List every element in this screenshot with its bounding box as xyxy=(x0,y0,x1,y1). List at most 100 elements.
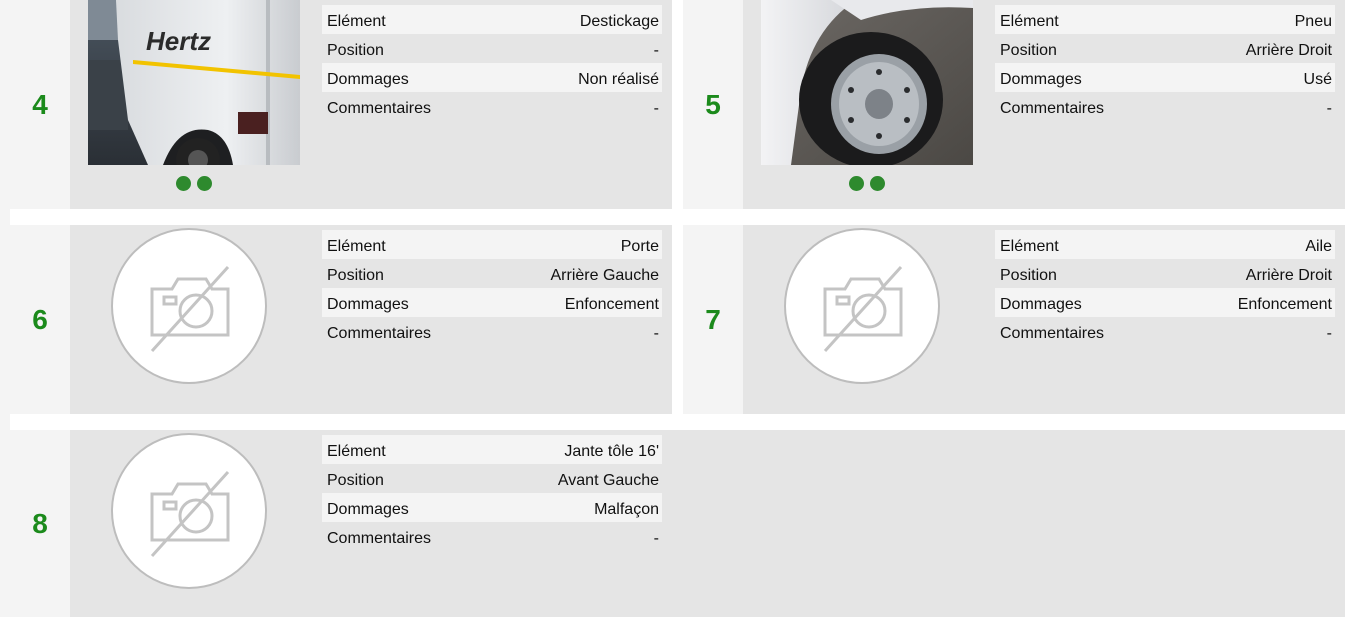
no-photo-placeholder xyxy=(783,227,941,385)
damage-number: 7 xyxy=(705,303,721,335)
label-element: Elément xyxy=(327,443,386,460)
detail-row-commentaires: Commentaires - xyxy=(322,92,662,121)
label-dommages: Dommages xyxy=(327,296,409,313)
detail-row-position: Position Avant Gauche xyxy=(322,464,662,493)
value-position: Arrière Droit xyxy=(1245,42,1332,59)
detail-row-position: Position - xyxy=(322,34,662,63)
detail-row-position: Position Arrière Gauche xyxy=(322,259,662,288)
damage-details: Elément Porte Position Arrière Gauche Do… xyxy=(322,230,662,346)
label-position: Position xyxy=(1000,42,1057,59)
detail-row-commentaires: Commentaires - xyxy=(322,317,662,346)
value-dommages: Usé xyxy=(1303,71,1332,88)
damage-card-4: 4 Hertz Elément Destickage Position - Do… xyxy=(10,0,672,209)
value-element: Aile xyxy=(1305,238,1332,255)
detail-row-commentaires: Commentaires - xyxy=(322,522,662,551)
damage-number: 6 xyxy=(32,303,48,335)
photo-column xyxy=(761,0,973,209)
damage-details: Elément Aile Position Arrière Droit Domm… xyxy=(995,230,1335,346)
damage-number-column: 5 xyxy=(683,0,743,209)
detail-row-position: Position Arrière Droit xyxy=(995,259,1335,288)
photo-column xyxy=(761,225,973,414)
photo-column xyxy=(88,225,300,414)
damage-details: Elément Pneu Position Arrière Droit Domm… xyxy=(995,5,1335,121)
label-dommages: Dommages xyxy=(327,71,409,88)
label-commentaires: Commentaires xyxy=(327,530,432,547)
photo-column xyxy=(88,430,300,617)
label-dommages: Dommages xyxy=(1000,296,1082,313)
label-commentaires: Commentaires xyxy=(327,325,432,342)
photo-column: Hertz xyxy=(88,0,300,209)
svg-text:Hertz: Hertz xyxy=(146,26,211,56)
value-element: Jante tôle 16' xyxy=(564,443,659,460)
hertz-van-side-photo: Hertz xyxy=(88,0,300,165)
left-margin-strip xyxy=(0,0,10,617)
label-dommages: Dommages xyxy=(327,501,409,518)
photo-dot-2[interactable] xyxy=(870,176,885,191)
detail-row-commentaires: Commentaires - xyxy=(995,317,1335,346)
value-element: Porte xyxy=(620,238,659,255)
photo-dot-1[interactable] xyxy=(176,176,191,191)
damage-photo-tire[interactable] xyxy=(761,0,973,165)
value-element: Destickage xyxy=(579,13,659,30)
damage-number-column: 7 xyxy=(683,225,743,414)
label-element: Elément xyxy=(1000,238,1059,255)
damage-number-column: 8 xyxy=(10,430,70,617)
photo-dot-1[interactable] xyxy=(849,176,864,191)
damage-card-7: 7 Elément Aile Position Arrière Droit Do xyxy=(683,225,1345,414)
value-position: Arrière Gauche xyxy=(550,267,660,284)
photo-pagination-dots xyxy=(88,176,300,191)
detail-row-dommages: Dommages Enfoncement xyxy=(995,288,1335,317)
value-commentaires: - xyxy=(653,530,659,547)
damage-number: 5 xyxy=(705,88,721,120)
value-position: Arrière Droit xyxy=(1245,267,1332,284)
damage-card-8: 8 Elément Jante tôle 16' Position Avant … xyxy=(10,430,1345,617)
label-element: Elément xyxy=(327,13,386,30)
label-dommages: Dommages xyxy=(1000,71,1082,88)
no-photo-icon xyxy=(111,433,267,589)
damage-number: 8 xyxy=(32,507,48,539)
damage-photo-van[interactable]: Hertz xyxy=(88,0,300,165)
label-position: Position xyxy=(327,472,384,489)
detail-row-element: Elément Destickage xyxy=(322,5,662,34)
label-commentaires: Commentaires xyxy=(327,100,432,117)
detail-row-element: Elément Porte xyxy=(322,230,662,259)
no-photo-icon xyxy=(111,228,267,384)
label-commentaires: Commentaires xyxy=(1000,100,1105,117)
damage-details: Elément Destickage Position - Dommages N… xyxy=(322,5,662,121)
damage-number: 4 xyxy=(32,88,48,120)
value-dommages: Malfaçon xyxy=(594,501,659,518)
value-dommages: Non réalisé xyxy=(578,71,659,88)
value-commentaires: - xyxy=(653,100,659,117)
detail-row-element: Elément Aile xyxy=(995,230,1335,259)
damage-number-column: 6 xyxy=(10,225,70,414)
label-commentaires: Commentaires xyxy=(1000,325,1105,342)
value-commentaires: - xyxy=(1326,100,1332,117)
value-position: - xyxy=(653,42,659,59)
label-element: Elément xyxy=(1000,13,1059,30)
value-dommages: Enfoncement xyxy=(564,296,659,313)
rear-tire-photo xyxy=(761,0,973,165)
value-commentaires: - xyxy=(653,325,659,342)
detail-row-dommages: Dommages Malfaçon xyxy=(322,493,662,522)
damage-card-6: 6 Elément Porte Position Arrière Gauche xyxy=(10,225,672,414)
value-dommages: Enfoncement xyxy=(1237,296,1332,313)
value-position: Avant Gauche xyxy=(557,472,659,489)
damage-details: Elément Jante tôle 16' Position Avant Ga… xyxy=(322,435,662,551)
damage-card-5: 5 Elément Pneu Position Arrière Droit Do… xyxy=(683,0,1345,209)
value-commentaires: - xyxy=(1326,325,1332,342)
detail-row-dommages: Dommages Usé xyxy=(995,63,1335,92)
detail-row-position: Position Arrière Droit xyxy=(995,34,1335,63)
label-element: Elément xyxy=(327,238,386,255)
detail-row-commentaires: Commentaires - xyxy=(995,92,1335,121)
value-element: Pneu xyxy=(1294,13,1332,30)
detail-row-dommages: Dommages Enfoncement xyxy=(322,288,662,317)
no-photo-placeholder xyxy=(110,227,268,385)
no-photo-placeholder xyxy=(110,432,268,590)
label-position: Position xyxy=(1000,267,1057,284)
damage-number-column: 4 xyxy=(10,0,70,209)
label-position: Position xyxy=(327,267,384,284)
photo-dot-2[interactable] xyxy=(197,176,212,191)
detail-row-element: Elément Pneu xyxy=(995,5,1335,34)
no-photo-icon xyxy=(784,228,940,384)
photo-pagination-dots xyxy=(761,176,973,191)
